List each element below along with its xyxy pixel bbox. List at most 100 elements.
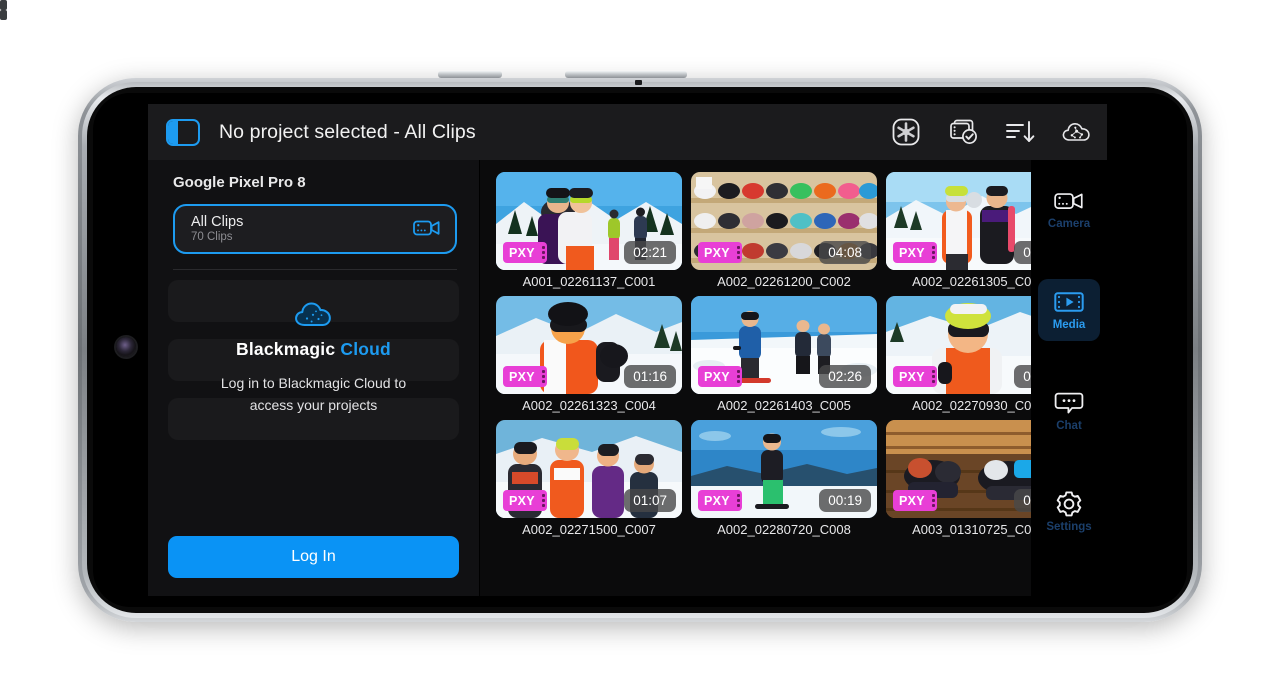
screenshot-stage: No project selected - All Clips Google P…	[0, 0, 1280, 700]
media-grid: PXY 02:21 A001_02261137_C001 PXY 04:08 A…	[496, 172, 1031, 537]
clip-name: A002_02261305_C003	[912, 274, 1031, 289]
gear-icon	[1054, 491, 1084, 517]
film-play-icon	[1054, 289, 1084, 315]
clip-name: A002_02261200_C002	[717, 274, 851, 289]
rail-label-settings: Settings	[1046, 521, 1092, 533]
clip-cell[interactable]: PXY 00:19 A002_02280720_C008	[691, 420, 877, 537]
film-sprockets-icon	[735, 490, 742, 511]
select-clips-icon[interactable]	[947, 116, 979, 148]
clip-duration: 00:21	[1014, 365, 1031, 388]
proxy-badge-label: PXY	[899, 369, 925, 384]
clip-thumbnail[interactable]: PXY 02:26	[691, 296, 877, 394]
app-body: Google Pixel Pro 8 All Clips 70 Clips Bl…	[148, 160, 1107, 596]
rail-item-settings[interactable]: Settings	[1038, 481, 1100, 543]
sidebar-header: Google Pixel Pro 8 All Clips 70 Clips	[148, 160, 479, 270]
clip-name: A001_02261137_C001	[522, 274, 656, 289]
proxy-badge: PXY	[698, 366, 742, 387]
proxy-badge-label: PXY	[704, 493, 730, 508]
library-sidebar: Google Pixel Pro 8 All Clips 70 Clips Bl…	[148, 160, 480, 596]
clip-cell[interactable]: PXY 02:26 A002_02261403_C005	[691, 296, 877, 413]
right-nav-rail: Camera Media Chat Settings	[1031, 160, 1107, 596]
sidebar-content: Blackmagic Cloud Log in to Blackmagic Cl…	[148, 270, 479, 532]
clip-cell[interactable]: PXY 03:02 A003_01310725_C002	[886, 420, 1031, 537]
movie-camera-icon	[1054, 188, 1084, 214]
blackmagic-camera-app: No project selected - All Clips Google P…	[148, 104, 1107, 596]
film-sprockets-icon	[540, 242, 547, 263]
proxy-badge-label: PXY	[899, 245, 925, 260]
clip-cell[interactable]: PXY 02:21 A001_02261137_C001	[496, 172, 682, 289]
proxy-badge: PXY	[698, 242, 742, 263]
page-title: No project selected - All Clips	[219, 120, 476, 143]
clip-cell[interactable]: PXY 01:08 A002_02261305_C003	[886, 172, 1031, 289]
clip-duration: 03:02	[1014, 489, 1031, 512]
clip-thumbnail[interactable]: PXY 01:16	[496, 296, 682, 394]
proxy-badge: PXY	[893, 366, 937, 387]
video-camera-icon	[413, 218, 441, 241]
rail-label-chat: Chat	[1056, 420, 1082, 432]
clip-name: A002_02270930_C006	[912, 398, 1031, 413]
proxy-badge-label: PXY	[509, 245, 535, 260]
clip-thumbnail[interactable]: PXY 04:08	[691, 172, 877, 270]
brand-blackmagic: Blackmagic	[236, 339, 336, 359]
film-sprockets-icon	[735, 366, 742, 387]
clip-cell[interactable]: PXY 01:07 A002_02271500_C007	[496, 420, 682, 537]
clip-thumbnail[interactable]: PXY 01:08	[886, 172, 1031, 270]
rail-label-camera: Camera	[1047, 218, 1091, 230]
cloud-network-icon[interactable]	[1061, 116, 1093, 148]
proxy-badge: PXY	[503, 490, 547, 511]
sort-descending-icon[interactable]	[1004, 116, 1036, 148]
clip-duration: 02:21	[624, 241, 676, 264]
blackmagic-cloud-panel: Blackmagic Cloud Log in to Blackmagic Cl…	[168, 270, 459, 416]
sidebar-toggle-icon[interactable]	[166, 118, 200, 146]
media-grid-area[interactable]: PXY 02:21 A001_02261137_C001 PXY 04:08 A…	[480, 160, 1031, 596]
film-sprockets-icon	[930, 366, 937, 387]
brand-cloud: Cloud	[340, 339, 391, 359]
snowflake-preset-icon[interactable]	[890, 116, 922, 148]
rail-label-media: Media	[1052, 319, 1086, 331]
clip-thumbnail[interactable]: PXY 02:21	[496, 172, 682, 270]
clip-name: A003_01310725_C002	[912, 522, 1031, 537]
proxy-badge: PXY	[893, 242, 937, 263]
volume-button[interactable]	[438, 71, 502, 78]
clip-thumbnail[interactable]: PXY 03:02	[886, 420, 1031, 518]
proxy-badge-label: PXY	[509, 369, 535, 384]
front-camera-lens	[116, 337, 136, 357]
film-sprockets-icon	[930, 490, 937, 511]
all-clips-label: All Clips	[191, 213, 244, 230]
clip-name: A002_02271500_C007	[522, 522, 656, 537]
clip-thumbnail[interactable]: PXY 01:07	[496, 420, 682, 518]
rail-item-media[interactable]: Media	[1038, 279, 1100, 341]
speaker-grill-left	[0, 0, 7, 10]
clip-duration: 01:08	[1014, 241, 1031, 264]
rail-item-chat[interactable]: Chat	[1038, 380, 1100, 442]
clip-name: A002_02261323_C004	[522, 398, 656, 413]
clip-duration: 01:16	[624, 365, 676, 388]
login-button[interactable]: Log In	[168, 536, 459, 578]
clip-thumbnail[interactable]: PXY 00:19	[691, 420, 877, 518]
film-sprockets-icon	[540, 490, 547, 511]
all-clips-text: All Clips 70 Clips	[191, 214, 413, 245]
login-button-wrap: Log In	[148, 532, 479, 596]
proxy-badge: PXY	[698, 490, 742, 511]
app-topbar: No project selected - All Clips	[148, 104, 1107, 160]
sidebar-toggle-rest	[178, 121, 198, 144]
clip-name: A002_02280720_C008	[717, 522, 851, 537]
proxy-badge: PXY	[503, 242, 547, 263]
blackmagic-cloud-title: Blackmagic Cloud	[236, 339, 391, 360]
sidebar-toggle-fill	[168, 120, 178, 144]
clip-cell[interactable]: PXY 04:08 A002_02261200_C002	[691, 172, 877, 289]
power-button[interactable]	[565, 71, 687, 78]
proxy-badge-label: PXY	[899, 493, 925, 508]
clip-thumbnail[interactable]: PXY 00:21	[886, 296, 1031, 394]
clip-cell[interactable]: PXY 01:16 A002_02261323_C004	[496, 296, 682, 413]
rail-item-camera[interactable]: Camera	[1038, 178, 1100, 240]
proxy-badge-label: PXY	[509, 493, 535, 508]
sidebar-item-all-clips[interactable]: All Clips 70 Clips	[173, 204, 457, 254]
speaker-grill-right	[0, 10, 7, 20]
blackmagic-cloud-icon	[293, 300, 335, 330]
clip-name: A002_02261403_C005	[717, 398, 851, 413]
proxy-badge-label: PXY	[704, 245, 730, 260]
clip-duration: 02:26	[819, 365, 871, 388]
proxy-badge: PXY	[503, 366, 547, 387]
clip-cell[interactable]: PXY 00:21 A002_02270930_C006	[886, 296, 1031, 413]
